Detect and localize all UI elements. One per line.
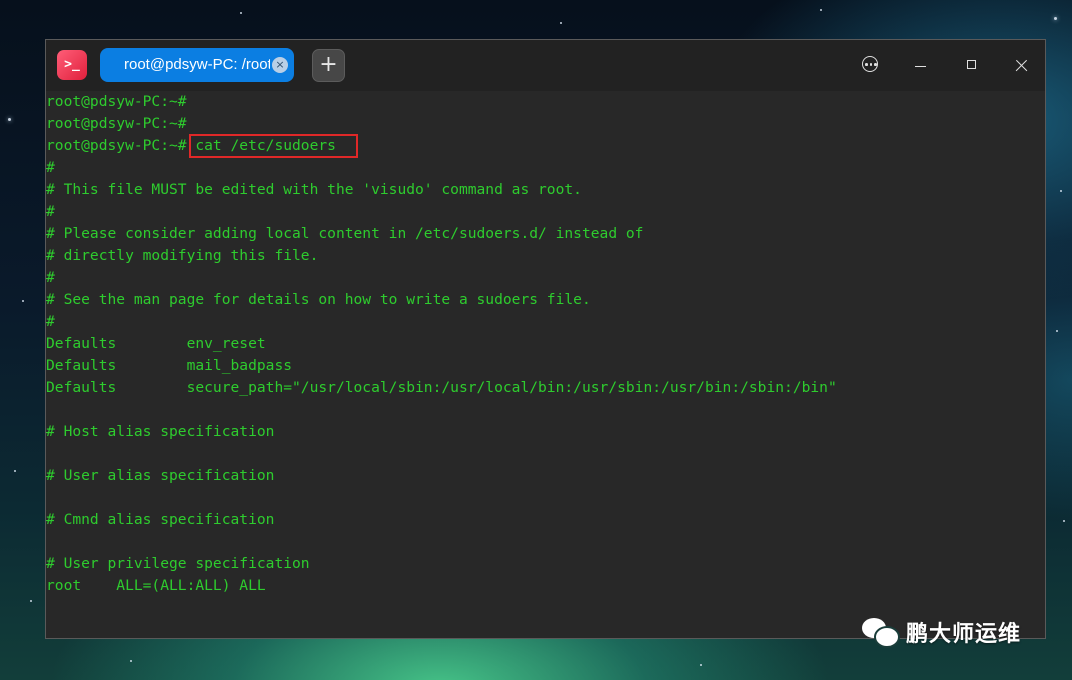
terminal-line: # xyxy=(46,269,55,286)
watermark: 鹏大师运维 xyxy=(860,612,1021,652)
terminal-line: Defaults secure_path="/usr/local/sbin:/u… xyxy=(46,379,837,396)
wechat-icon xyxy=(860,614,900,650)
terminal-app-icon[interactable]: >_ xyxy=(57,50,87,80)
terminal-line: # This file MUST be edited with the 'vis… xyxy=(46,181,582,198)
tab-root-pdsyw-pc[interactable]: root@pdsyw-PC: /root × xyxy=(100,48,294,82)
terminal-line: # xyxy=(46,313,55,330)
new-tab-button[interactable]: + xyxy=(312,49,345,82)
terminal-line: # User privilege specification xyxy=(46,555,310,572)
command-highlight-box xyxy=(189,134,358,158)
terminal-line: # See the man page for details on how to… xyxy=(46,291,591,308)
watermark-text: 鹏大师运维 xyxy=(906,622,1022,647)
terminal-line: root@pdsyw-PC:~# xyxy=(46,93,187,110)
close-window-button[interactable] xyxy=(1007,50,1037,80)
terminal-line: # Cmnd alias specification xyxy=(46,511,275,528)
terminal-line: Defaults env_reset xyxy=(46,335,266,352)
terminal-line: Defaults mail_badpass xyxy=(46,357,293,374)
title-bar: >_ root@pdsyw-PC: /root × + xyxy=(46,40,1045,91)
terminal-line: root ALL=(ALL:ALL) ALL xyxy=(46,577,266,594)
terminal-line: root@pdsyw-PC:~# xyxy=(46,115,187,132)
terminal-line: # Please consider adding local content i… xyxy=(46,225,644,242)
minimize-button[interactable] xyxy=(906,50,936,80)
terminal-line: # xyxy=(46,203,55,220)
maximize-button[interactable] xyxy=(957,50,987,80)
terminal-line: # xyxy=(46,159,55,176)
more-options-button[interactable] xyxy=(856,50,886,80)
terminal-line: # directly modifying this file. xyxy=(46,247,319,264)
terminal-line: # User alias specification xyxy=(46,467,275,484)
tab-label: root@pdsyw-PC: /root xyxy=(124,56,270,73)
tab-close-icon[interactable]: × xyxy=(272,57,288,73)
terminal-output[interactable]: root@pdsyw-PC:~# root@pdsyw-PC:~# root@p… xyxy=(46,91,1045,638)
terminal-line: # Host alias specification xyxy=(46,423,275,440)
terminal-window: >_ root@pdsyw-PC: /root × + root@pdsyw-P… xyxy=(45,39,1046,639)
